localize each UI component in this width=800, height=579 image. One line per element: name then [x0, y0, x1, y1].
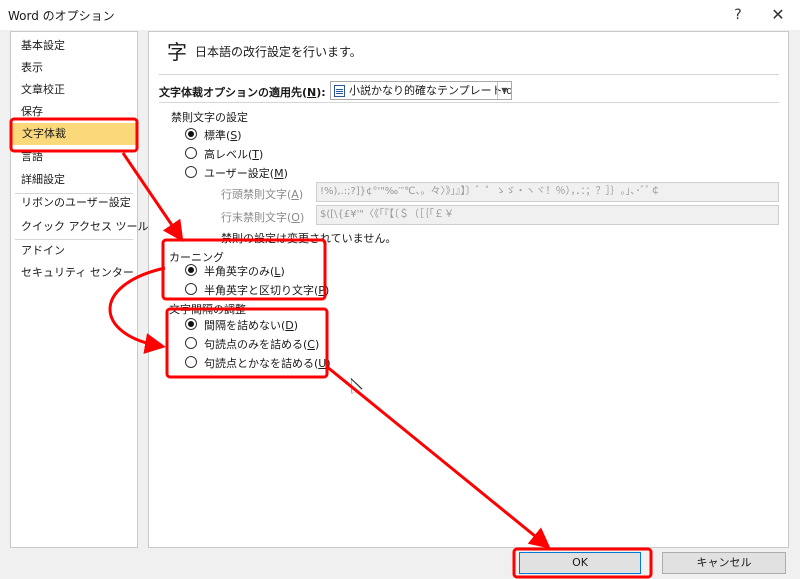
- line-start-chars-field[interactable]: !%),.:;?]}¢°'"‰′″℃、。々〉》」』】〕゛゜ゝゞ・ヽヾ！％），．：…: [316, 182, 779, 202]
- sidebar-item-advanced[interactable]: 詳細設定: [11, 169, 137, 191]
- section-divider: [159, 74, 779, 75]
- ok-button[interactable]: OK: [519, 552, 641, 574]
- panel-description: 日本語の改行設定を行います。: [195, 45, 362, 59]
- apply-to-file-name: 小説かなり的確なテンプレート.docx: [349, 84, 511, 97]
- cancel-button[interactable]: キャンセル: [662, 552, 786, 574]
- chevron-down-icon[interactable]: ▼: [497, 82, 511, 99]
- section-divider: [159, 102, 779, 103]
- sidebar-item-save[interactable]: 保存: [11, 101, 137, 123]
- apply-to-dropdown[interactable]: 小説かなり的確なテンプレート.docx ▼: [330, 81, 512, 100]
- options-sidebar: 基本設定 表示 文章校正 保存 文字体裁 言語 詳細設定 リボンのユーザー設定 …: [10, 31, 174, 548]
- sidebar-item-language[interactable]: 言語: [11, 146, 137, 168]
- sidebar-item-typography[interactable]: 文字体裁: [12, 123, 136, 145]
- line-end-chars-field[interactable]: $([\{£¥'"〈《「『【〔＄（［｛｢￡￥: [316, 205, 779, 225]
- kinsoku-standard-radio[interactable]: [185, 128, 197, 140]
- spacing-none-radio[interactable]: [185, 318, 197, 330]
- close-button[interactable]: ✕: [758, 0, 798, 30]
- spacing-punct-radio[interactable]: [185, 337, 197, 349]
- typography-panel: 字 日本語の改行設定を行います。 文字体裁オプションの適用先(N): 小説かなり…: [148, 31, 789, 548]
- title-bar: Word のオプション ? ✕: [0, 0, 800, 30]
- sidebar-item-trust-center[interactable]: セキュリティ センター: [11, 262, 137, 284]
- kinsoku-section-title: 禁則文字の設定: [171, 111, 248, 124]
- sidebar-item-proofing[interactable]: 文章校正: [11, 79, 137, 101]
- line-start-chars-label: 行頭禁則文字(A): [221, 188, 304, 201]
- word-document-icon: [334, 85, 345, 97]
- kinsoku-high-label[interactable]: 高レベル(T): [204, 146, 263, 162]
- kinsoku-custom-radio[interactable]: [185, 166, 197, 178]
- apply-to-label: 文字体裁オプションの適用先(N):: [159, 86, 326, 99]
- sidebar-item-display[interactable]: 表示: [11, 57, 137, 79]
- sidebar-item-customize-ribbon[interactable]: リボンのユーザー設定: [11, 192, 137, 214]
- spacing-none-label[interactable]: 間隔を詰めない(D): [204, 317, 298, 333]
- spacing-section-title: 文字間隔の調整: [169, 303, 246, 316]
- kerning-halfwidth-only-label[interactable]: 半角英字のみ(L): [204, 263, 285, 279]
- kinsoku-status-note: 禁則の設定は変更されていません。: [221, 232, 397, 245]
- sidebar-item-quick-access-toolbar[interactable]: クイック アクセス ツール バー: [11, 216, 174, 238]
- sidebar-item-general[interactable]: 基本設定: [11, 35, 137, 57]
- help-button[interactable]: ?: [718, 0, 758, 30]
- spacing-punct-label[interactable]: 句読点のみを詰める(C): [204, 336, 319, 352]
- spacing-punct-kana-label[interactable]: 句読点とかなを詰める(U): [204, 355, 331, 371]
- kinsoku-standard-label[interactable]: 標準(S): [204, 127, 242, 143]
- sidebar-item-addins[interactable]: アドイン: [11, 240, 137, 262]
- spacing-punct-kana-radio[interactable]: [185, 356, 197, 368]
- kerning-halfwidth-only-radio[interactable]: [185, 264, 197, 276]
- window-title: Word のオプション: [8, 9, 115, 23]
- line-end-chars-label: 行末禁則文字(O): [221, 211, 305, 224]
- kinsoku-high-radio[interactable]: [185, 147, 197, 159]
- kerning-halfwidth-punct-label[interactable]: 半角英字と区切り文字(P): [204, 282, 329, 298]
- kerning-halfwidth-punct-radio[interactable]: [185, 283, 197, 295]
- kinsoku-custom-label[interactable]: ユーザー設定(M): [204, 165, 288, 181]
- typography-icon: 字: [167, 40, 187, 64]
